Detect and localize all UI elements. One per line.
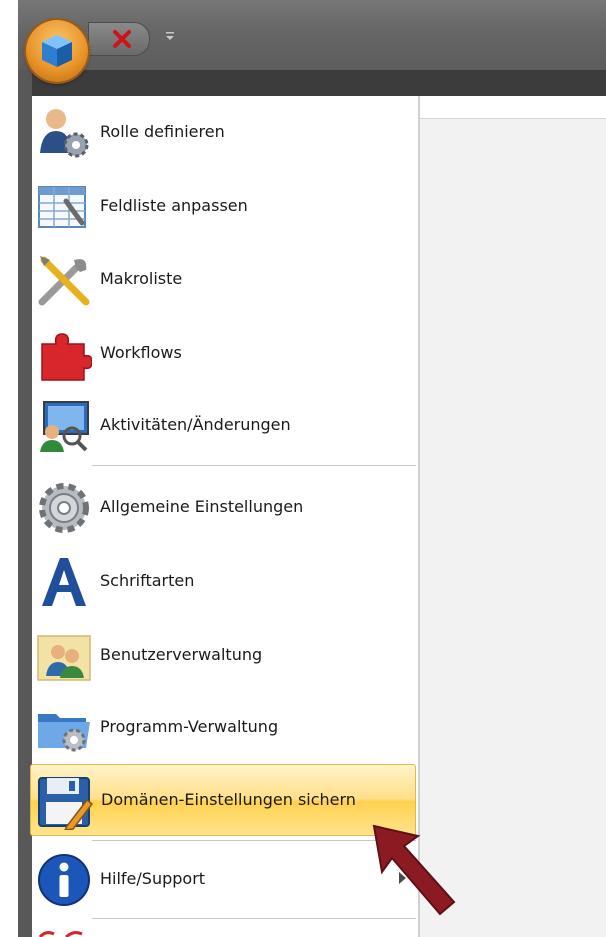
menu-item-label: Domänen-Einstellungen sichern	[101, 790, 356, 809]
content-header-strip	[420, 96, 606, 119]
application-orb-button[interactable]	[26, 20, 88, 82]
users-icon	[37, 635, 91, 681]
save-disk-icon	[38, 777, 93, 830]
menu-item-label: Programm-Verwaltung	[100, 717, 279, 736]
menu-item-label: Rolle definieren	[100, 122, 225, 141]
table-wrench-icon	[38, 186, 86, 228]
annotation-arrow-icon	[372, 824, 456, 916]
menu-item-programm-verwaltung[interactable]: Programm-Verwaltung	[32, 692, 416, 762]
menu-border	[418, 96, 420, 937]
menu-item-aktivitaeten-aenderungen[interactable]: Aktivitäten/Änderungen	[32, 390, 416, 460]
qat-dropdown-icon[interactable]	[163, 26, 179, 46]
window-left-margin	[0, 0, 18, 937]
menu-item-label: Aktivitäten/Änderungen	[100, 415, 291, 434]
menu-item-rolle-definieren[interactable]: Rolle definieren	[32, 97, 416, 167]
quick-access-toolbar	[88, 22, 150, 56]
puzzle-icon	[41, 333, 92, 381]
menu-item-allgemeine-einstellungen[interactable]: Allgemeine Einstellungen	[32, 472, 416, 542]
cube-icon	[42, 35, 72, 67]
menu-item-benutzerverwaltung[interactable]: Benutzerverwaltung	[32, 620, 416, 690]
info-icon	[38, 854, 90, 906]
ribbon-band	[18, 70, 606, 96]
menu-item-domaenen-einstellungen-sichern[interactable]: Domänen-Einstellungen sichern	[30, 764, 416, 836]
menu-separator	[92, 465, 416, 466]
menu-item-hilfe-support[interactable]: Hilfe/Support	[32, 844, 416, 914]
menu-item-label: Makroliste	[100, 269, 183, 288]
menu-item-schriftarten[interactable]: Schriftarten	[32, 546, 416, 616]
tools-icon	[38, 256, 90, 306]
folder-gear-icon	[38, 714, 90, 752]
menu-item-workflows[interactable]: Workflows	[32, 318, 416, 388]
menu-item-makroliste[interactable]: Makroliste	[32, 244, 416, 314]
gear-icon	[39, 483, 89, 533]
menu-item-label: Hilfe/Support	[100, 869, 206, 888]
close-icon[interactable]	[111, 28, 133, 50]
menu-item-label: Allgemeine Einstellungen	[100, 497, 304, 516]
font-a-icon	[42, 558, 86, 606]
main-content-area	[420, 96, 606, 937]
partial-menu-icon	[38, 931, 83, 937]
role-user-gear-icon	[40, 109, 89, 158]
menu-item-label: Schriftarten	[100, 571, 195, 590]
menu-item-label: Benutzerverwaltung	[100, 645, 263, 664]
menu-item-label: Workflows	[100, 343, 182, 362]
monitor-user-icon	[40, 401, 89, 452]
menu-item-label: Feldliste anpassen	[100, 196, 248, 215]
menu-item-feldliste-anpassen[interactable]: Feldliste anpassen	[32, 171, 416, 241]
